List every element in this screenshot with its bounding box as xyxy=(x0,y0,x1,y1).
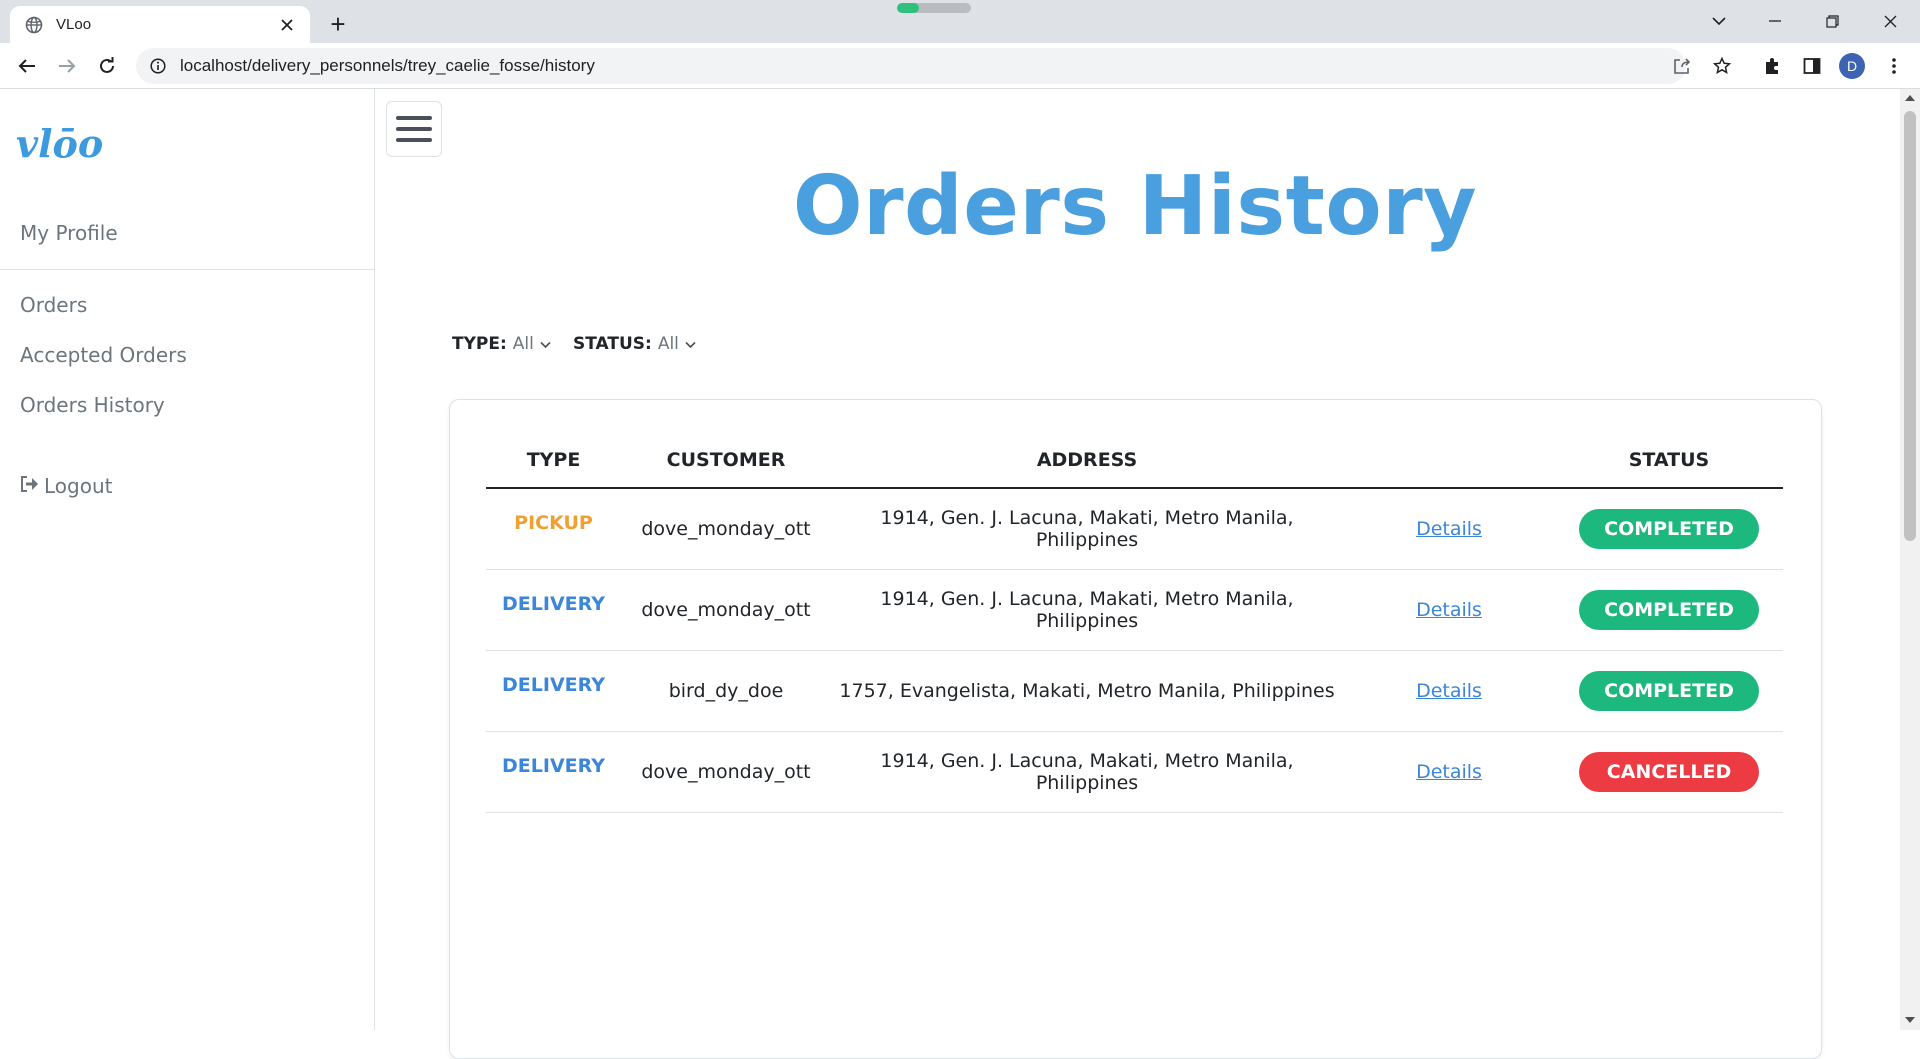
order-type: DELIVERY xyxy=(502,592,605,615)
scroll-up-arrow-icon[interactable] xyxy=(1905,95,1915,101)
type-cell: DELIVERY xyxy=(486,569,621,651)
address-cell: 1757, Evangelista, Makati, Metro Manila,… xyxy=(831,650,1343,732)
details-cell: Details xyxy=(1343,650,1555,732)
status-badge: COMPLETED xyxy=(1579,508,1759,549)
menu-toggle-button[interactable] xyxy=(386,101,442,157)
browser-tab-bar: VLoo + xyxy=(0,0,1920,43)
window-close-icon[interactable] xyxy=(1875,6,1905,36)
table-header-row: TYPE CUSTOMER ADDRESS STATUS xyxy=(486,432,1783,489)
orders-table: TYPE CUSTOMER ADDRESS STATUS PICKUP dove… xyxy=(486,432,1783,813)
hamburger-icon-bar xyxy=(396,138,432,142)
vloo-logo[interactable]: vlōo xyxy=(14,121,110,170)
header-address: ADDRESS xyxy=(831,432,1343,489)
status-filter-value: All xyxy=(657,334,679,354)
address-cell: 1914, Gen. J. Lacuna, Makati, Metro Mani… xyxy=(831,731,1343,813)
address-cell: 1914, Gen. J. Lacuna, Makati, Metro Mani… xyxy=(831,569,1343,651)
details-link[interactable]: Details xyxy=(1416,518,1482,540)
site-info-icon[interactable] xyxy=(148,56,168,76)
share-icon[interactable] xyxy=(1667,51,1697,81)
customer-cell: dove_monday_ott xyxy=(621,569,831,651)
forward-arrow-icon[interactable] xyxy=(52,51,82,81)
sidebar-item-orders-history[interactable]: Orders History xyxy=(20,393,165,417)
order-type: PICKUP xyxy=(514,511,593,534)
order-type: DELIVERY xyxy=(502,754,605,777)
status-cell: CANCELLED xyxy=(1555,731,1783,813)
tab-title: VLoo xyxy=(56,16,92,33)
header-type: TYPE xyxy=(486,432,621,489)
new-tab-button[interactable]: + xyxy=(324,9,352,39)
status-badge: CANCELLED xyxy=(1579,751,1759,792)
sidebar-item-orders[interactable]: Orders xyxy=(20,293,87,317)
profile-avatar[interactable]: D xyxy=(1839,53,1865,79)
header-details xyxy=(1343,432,1555,489)
details-cell: Details xyxy=(1343,569,1555,651)
type-filter-label: TYPE: xyxy=(452,334,507,354)
customer-cell: bird_dy_doe xyxy=(621,650,831,732)
header-status: STATUS xyxy=(1555,432,1783,489)
browser-tab[interactable]: VLoo xyxy=(10,6,310,43)
order-type: DELIVERY xyxy=(502,673,605,696)
status-badge: COMPLETED xyxy=(1579,670,1759,711)
sidebar-item-accepted-orders[interactable]: Accepted Orders xyxy=(20,343,187,367)
table-row: DELIVERY dove_monday_ott 1914, Gen. J. L… xyxy=(486,569,1783,651)
status-filter-dropdown[interactable]: STATUS: All xyxy=(573,334,696,354)
chevron-down-icon xyxy=(540,334,551,354)
sidebar-divider xyxy=(0,269,374,270)
details-cell: Details xyxy=(1343,731,1555,813)
chevron-down-icon xyxy=(685,334,696,354)
sidebar-item-my-profile[interactable]: My Profile xyxy=(20,221,118,245)
hamburger-icon-bar xyxy=(396,116,432,120)
loading-indicator xyxy=(897,3,971,13)
details-link[interactable]: Details xyxy=(1416,680,1482,702)
svg-text:vlōo: vlōo xyxy=(16,125,103,165)
tab-search-chevron-icon[interactable] xyxy=(1704,6,1734,36)
status-cell: COMPLETED xyxy=(1555,488,1783,570)
hamburger-icon-bar xyxy=(396,127,432,131)
details-cell: Details xyxy=(1343,488,1555,570)
browser-toolbar: localhost/delivery_personnels/trey_caeli… xyxy=(0,43,1920,89)
type-filter-value: All xyxy=(512,334,534,354)
logout-label: Logout xyxy=(44,474,113,498)
bookmark-star-icon[interactable] xyxy=(1707,51,1737,81)
page-scrollbar[interactable] xyxy=(1900,89,1920,1030)
type-cell: PICKUP xyxy=(486,488,621,570)
url-text: localhost/delivery_personnels/trey_caeli… xyxy=(180,56,595,75)
table-row: DELIVERY dove_monday_ott 1914, Gen. J. L… xyxy=(486,731,1783,813)
scroll-down-arrow-icon[interactable] xyxy=(1905,1017,1915,1023)
status-badge: COMPLETED xyxy=(1579,589,1759,630)
table-row: DELIVERY bird_dy_doe 1757, Evangelista, … xyxy=(486,650,1783,732)
scrollbar-thumb[interactable] xyxy=(1904,111,1916,541)
details-link[interactable]: Details xyxy=(1416,599,1482,621)
header-customer: CUSTOMER xyxy=(621,432,831,489)
globe-icon xyxy=(24,15,44,35)
minimize-icon[interactable] xyxy=(1760,6,1790,36)
address-cell: 1914, Gen. J. Lacuna, Makati, Metro Mani… xyxy=(831,488,1343,570)
details-link[interactable]: Details xyxy=(1416,761,1482,783)
customer-cell: dove_monday_ott xyxy=(621,731,831,813)
status-filter-label: STATUS: xyxy=(573,334,652,354)
more-menu-icon[interactable] xyxy=(1879,51,1909,81)
back-arrow-icon[interactable] xyxy=(12,51,42,81)
status-cell: COMPLETED xyxy=(1555,650,1783,732)
sidebar: vlōo My Profile Orders Accepted Orders O… xyxy=(0,89,375,1030)
table-row: PICKUP dove_monday_ott 1914, Gen. J. Lac… xyxy=(486,488,1783,570)
status-cell: COMPLETED xyxy=(1555,569,1783,651)
page-content: vlōo My Profile Orders Accepted Orders O… xyxy=(0,89,1920,1059)
page-title: Orders History xyxy=(792,159,1478,254)
type-cell: DELIVERY xyxy=(486,731,621,813)
extensions-puzzle-icon[interactable] xyxy=(1757,51,1787,81)
side-panel-icon[interactable] xyxy=(1797,51,1827,81)
type-cell: DELIVERY xyxy=(486,650,621,732)
restore-icon[interactable] xyxy=(1817,6,1847,36)
address-bar[interactable]: localhost/delivery_personnels/trey_caeli… xyxy=(136,48,1686,84)
customer-cell: dove_monday_ott xyxy=(621,488,831,570)
type-filter-dropdown[interactable]: TYPE: All xyxy=(452,334,551,354)
tab-close-icon[interactable] xyxy=(276,14,298,36)
reload-icon[interactable] xyxy=(92,51,122,81)
logout-icon xyxy=(20,474,40,498)
logout-button[interactable]: Logout xyxy=(20,474,112,498)
